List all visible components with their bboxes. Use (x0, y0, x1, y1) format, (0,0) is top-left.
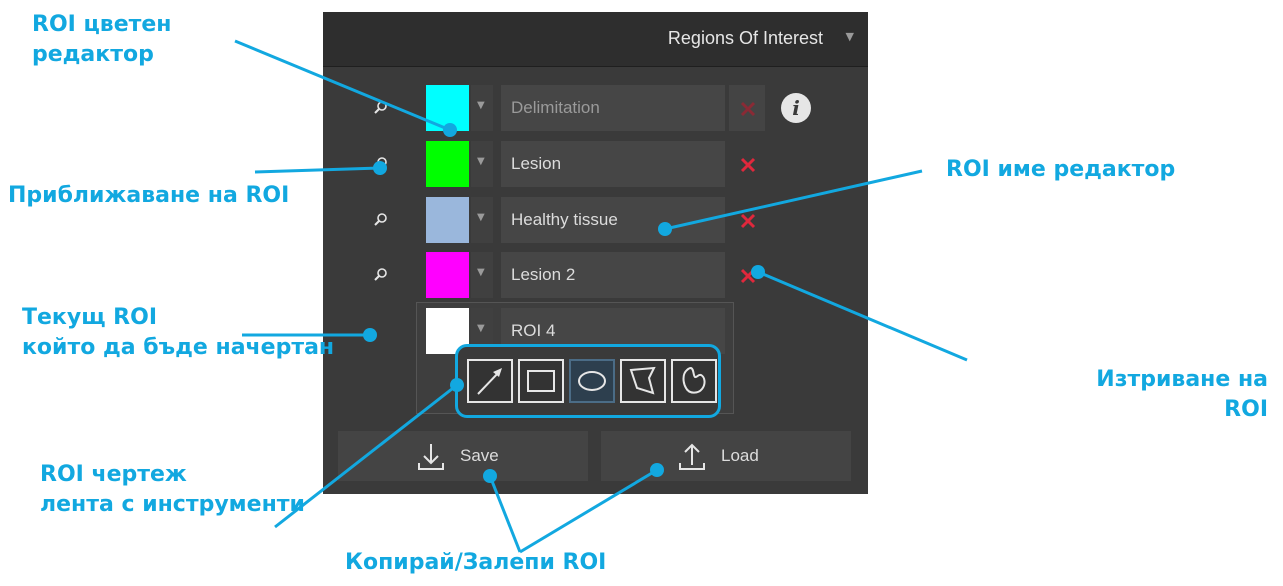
annotation-color-editor: ROI цветен редактор (32, 12, 172, 67)
delete-roi-button[interactable] (729, 85, 765, 131)
roi-name-field[interactable]: Delimitation (501, 85, 725, 131)
close-icon (740, 268, 756, 284)
roi-color-swatch[interactable] (426, 197, 469, 243)
delete-roi-button[interactable] (729, 252, 765, 298)
chevron-down-icon: ▼ (477, 212, 485, 223)
roi-drawing-toolbar (455, 344, 721, 418)
chevron-down-icon: ▼ (477, 323, 485, 334)
roi-panel: Regions Of Interest ▼ ▼ Delimitation i ▼… (323, 12, 868, 494)
panel-title: Regions Of Interest (667, 28, 823, 48)
roi-name-field[interactable]: Healthy tissue (501, 197, 725, 243)
tool-freehand[interactable] (671, 359, 717, 403)
roi-color-swatch[interactable] (426, 252, 469, 298)
zoom-icon[interactable] (374, 155, 394, 175)
tool-polygon[interactable] (620, 359, 666, 403)
color-dropdown[interactable]: ▼ (471, 197, 493, 243)
annotation-copy-paste: Копирай/Залепи ROI (345, 550, 607, 575)
delete-roi-button[interactable] (729, 197, 765, 243)
tool-ellipse[interactable] (569, 359, 615, 403)
annotation-delete: Изтриване на ROI (1096, 367, 1268, 422)
save-label: Save (460, 446, 499, 465)
arrow-icon (477, 368, 502, 395)
info-icon[interactable]: i (781, 93, 811, 123)
color-dropdown[interactable]: ▼ (471, 85, 493, 131)
annotation-toolbar: ROI чертеж лента с инструменти (40, 462, 305, 517)
load-button[interactable]: Load (601, 431, 851, 481)
roi-row: ▼ Lesion (323, 141, 868, 187)
roi-color-swatch[interactable] (426, 141, 469, 187)
load-label: Load (721, 446, 759, 465)
panel-header[interactable]: Regions Of Interest ▼ (323, 12, 868, 67)
annotation-name-editor: ROI име редактор (946, 157, 1176, 182)
tool-rectangle[interactable] (518, 359, 564, 403)
zoom-icon[interactable] (374, 266, 394, 286)
zoom-icon[interactable] (374, 99, 394, 119)
zoom-icon[interactable] (374, 211, 394, 231)
color-dropdown[interactable]: ▼ (471, 252, 493, 298)
tool-arrow[interactable] (467, 359, 513, 403)
annotation-current-roi: Текущ ROI който да бъде начертан (22, 305, 335, 360)
roi-name-field[interactable]: Lesion 2 (501, 252, 725, 298)
rectangle-icon (527, 370, 555, 392)
chevron-down-icon: ▼ (477, 156, 485, 167)
roi-color-swatch[interactable] (426, 85, 469, 131)
roi-row: ▼ Delimitation i (323, 85, 868, 131)
chevron-down-icon[interactable]: ▼ (846, 30, 854, 43)
delete-roi-button[interactable] (729, 141, 765, 187)
chevron-down-icon: ▼ (477, 267, 485, 278)
close-icon (740, 213, 756, 229)
download-icon (418, 444, 444, 470)
freehand-icon (682, 366, 706, 394)
annotation-zoom: Приближаване на ROI (8, 183, 290, 208)
color-dropdown[interactable]: ▼ (471, 141, 493, 187)
close-icon (740, 101, 756, 117)
upload-icon (679, 443, 705, 470)
save-button[interactable]: Save (338, 431, 588, 481)
close-icon (740, 157, 756, 173)
polygon-icon (629, 366, 656, 395)
chevron-down-icon: ▼ (477, 100, 485, 111)
roi-row: ▼ Healthy tissue (323, 197, 868, 243)
ellipse-icon (578, 371, 606, 391)
roi-name-field[interactable]: Lesion (501, 141, 725, 187)
roi-row: ▼ Lesion 2 (323, 252, 868, 298)
